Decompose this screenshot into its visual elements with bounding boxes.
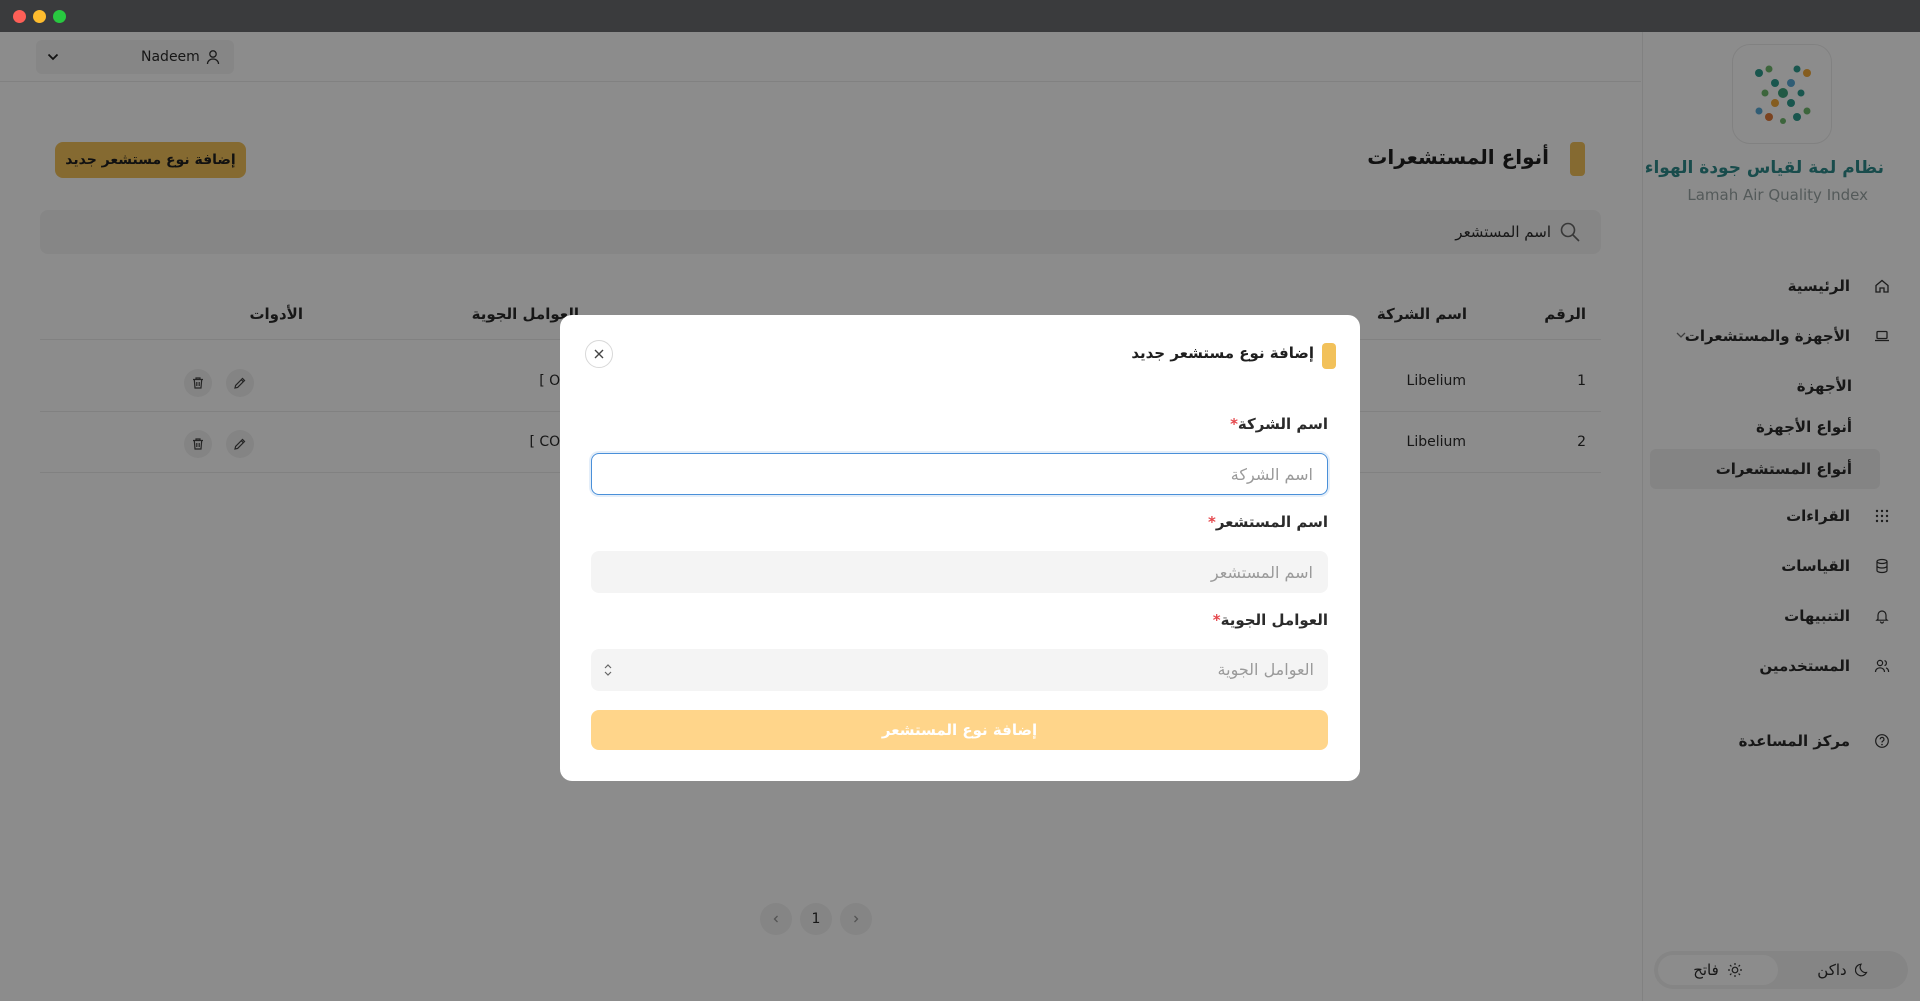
required-marker: * bbox=[1207, 513, 1216, 531]
sensor-name-label: اسم المستشعر* bbox=[1204, 513, 1328, 531]
company-name-label: اسم الشركة* bbox=[1226, 415, 1328, 433]
submit-sensor-type-button[interactable]: إضافة نوع المستشعر bbox=[591, 710, 1328, 750]
sensor-name-label-text: اسم المستشعر bbox=[1215, 513, 1328, 531]
window-titlebar bbox=[0, 0, 1920, 32]
required-marker: * bbox=[1230, 415, 1238, 433]
weather-factors-select[interactable]: العوامل الجوية bbox=[591, 649, 1328, 691]
company-name-label-text: اسم الشركة bbox=[1237, 415, 1328, 433]
close-icon bbox=[594, 349, 604, 359]
modal-close-button[interactable] bbox=[585, 340, 613, 368]
weather-factors-label-text: العوامل الجوية bbox=[1220, 611, 1328, 629]
modal-title-accent bbox=[1322, 343, 1336, 369]
modal-backdrop[interactable]: إضافة نوع مستشعر جديد اسم الشركة* اسم ال… bbox=[0, 32, 1920, 1001]
add-sensor-type-modal: إضافة نوع مستشعر جديد اسم الشركة* اسم ال… bbox=[560, 315, 1360, 781]
minimize-window-button[interactable] bbox=[33, 10, 46, 23]
modal-title: إضافة نوع مستشعر جديد bbox=[1131, 344, 1314, 362]
select-updown-icon bbox=[604, 664, 612, 676]
required-marker: * bbox=[1212, 611, 1221, 629]
sensor-name-input[interactable] bbox=[591, 551, 1328, 593]
zoom-window-button[interactable] bbox=[53, 10, 66, 23]
weather-factors-label: العوامل الجوية* bbox=[1209, 611, 1328, 629]
company-name-input[interactable] bbox=[591, 453, 1328, 495]
close-window-button[interactable] bbox=[13, 10, 26, 23]
weather-factors-placeholder: العوامل الجوية bbox=[1217, 660, 1314, 679]
